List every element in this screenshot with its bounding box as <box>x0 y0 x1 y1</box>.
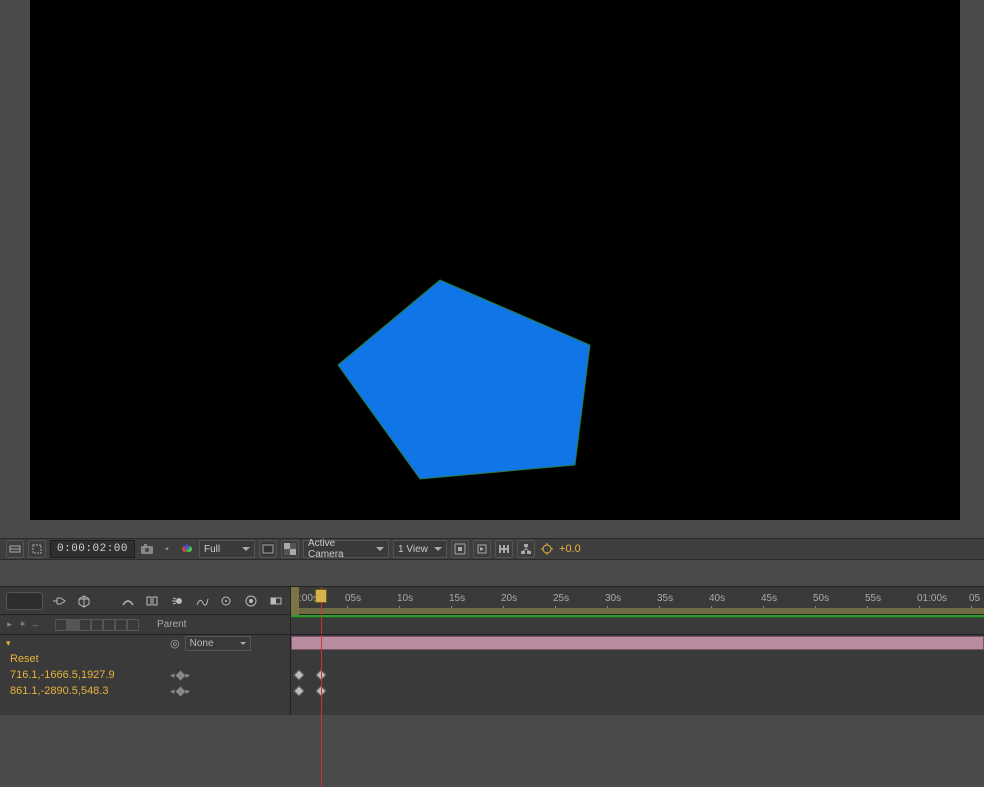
timeline-track-header <box>291 615 984 635</box>
layer-switches-header <box>55 619 139 631</box>
twirl-icon[interactable]: ▾ <box>6 638 11 649</box>
ruler-tick-label: 50s <box>813 593 829 604</box>
comp-flowchart-button[interactable] <box>517 540 535 558</box>
property-row-reset[interactable]: Reset <box>0 651 290 667</box>
snapshot-icon[interactable] <box>139 540 155 558</box>
ruler-tick-label: 35s <box>657 593 673 604</box>
transparency-grid-button[interactable] <box>259 540 277 558</box>
cti-line <box>321 667 322 683</box>
time-ruler[interactable]: :00s 05s10s15s20s25s30s35s40s45s50s55s01… <box>291 587 984 615</box>
draft-3d-icon[interactable] <box>76 592 93 610</box>
keyframe-icon[interactable] <box>293 685 304 696</box>
fast-previews-button[interactable] <box>473 540 491 558</box>
timeline-right-pane[interactable]: :00s 05s10s15s20s25s30s35s40s45s50s55s01… <box>290 587 984 715</box>
region-of-interest-button[interactable] <box>28 540 46 558</box>
property-value[interactable]: 861.1,-2890.5,548.3 <box>10 685 108 697</box>
av-features-icons: ▸ ✶ – <box>4 619 41 630</box>
toggle-transparency-button[interactable] <box>281 540 299 558</box>
keyframe-navigator[interactable]: ◂ ▸ <box>170 686 190 697</box>
show-channel-icon[interactable]: ▪ <box>159 540 175 558</box>
cti-line <box>321 635 322 651</box>
frame-blend-icon[interactable] <box>144 592 161 610</box>
ruler-tick-label: 30s <box>605 593 621 604</box>
view-layout-dropdown[interactable]: 1 View <box>393 540 447 558</box>
parent-column-label: Parent <box>157 619 186 630</box>
cached-frames-bar <box>291 615 984 618</box>
comp-mini-flowchart-icon[interactable] <box>51 592 68 610</box>
property-row-1[interactable]: 716.1,-1666.5,1927.9 ◂ ▸ <box>0 667 290 683</box>
magnify-ratio-button[interactable] <box>6 540 24 558</box>
live-update-icon[interactable] <box>267 592 284 610</box>
ruler-tick-label: 10s <box>397 593 413 604</box>
cti-line <box>321 683 322 699</box>
ruler-tick-label: 45s <box>761 593 777 604</box>
property-value[interactable]: 716.1,-1666.5,1927.9 <box>10 669 115 681</box>
resolution-dropdown[interactable]: Full <box>199 540 255 558</box>
cti-line <box>321 651 322 667</box>
property-row-0[interactable]: ▾ ◎ None <box>0 635 290 651</box>
exposure-reset-icon[interactable] <box>539 540 555 558</box>
keyframe-icon[interactable] <box>293 669 304 680</box>
auto-keyframe-icon[interactable] <box>243 592 260 610</box>
ruler-tick-label: 25s <box>553 593 569 604</box>
keyframe-row-2[interactable] <box>291 683 984 699</box>
composition-viewer <box>0 0 984 536</box>
preview-shape <box>30 0 960 520</box>
ruler-tick-label: 40s <box>709 593 725 604</box>
current-time-indicator-head[interactable] <box>315 589 327 603</box>
current-time-display[interactable]: 0:00:02:00 <box>50 540 135 558</box>
composition-canvas[interactable] <box>30 0 960 520</box>
star-icon: ✶ <box>17 619 28 630</box>
color-management-icon[interactable] <box>179 540 195 558</box>
ruler-tick-label: 01:00s <box>917 593 947 604</box>
twirl-icon: ▸ <box>4 619 15 630</box>
layer-duration-bar[interactable] <box>291 636 984 650</box>
keyframe-row-reset[interactable] <box>291 651 984 667</box>
graph-editor-icon[interactable] <box>193 592 210 610</box>
pixel-aspect-button[interactable] <box>451 540 469 558</box>
ruler-tick-label: 55s <box>865 593 881 604</box>
exposure-value[interactable]: +0.0 <box>559 543 581 555</box>
hide-shy-icon[interactable] <box>120 592 137 610</box>
camera-label: Active Camera <box>308 538 370 560</box>
timeline-toolbar <box>0 587 290 615</box>
timeline-button[interactable] <box>495 540 513 558</box>
work-area-bar[interactable] <box>299 608 984 614</box>
pickwhip-icon[interactable]: ◎ <box>170 637 180 650</box>
motion-blur-icon[interactable] <box>169 592 186 610</box>
timeline-column-headers: ▸ ✶ – Parent <box>0 615 290 635</box>
dash-icon: – <box>30 619 41 630</box>
ruler-tick-label: 05s <box>345 593 361 604</box>
ruler-tick-label: 20s <box>501 593 517 604</box>
timeline-left-pane: ▸ ✶ – Parent ▾ ◎ None Reset 716. <box>0 587 290 715</box>
ruler-tick-label: 15s <box>449 593 465 604</box>
property-label: Reset <box>10 653 39 665</box>
resolution-label: Full <box>204 544 220 555</box>
timeline-panel: ▸ ✶ – Parent ▾ ◎ None Reset 716. <box>0 586 984 715</box>
layer-bar-row[interactable] <box>291 635 984 651</box>
brainstorm-icon[interactable] <box>218 592 235 610</box>
timeline-search-pill[interactable] <box>6 592 43 610</box>
active-camera-dropdown[interactable]: Active Camera <box>303 540 389 558</box>
parent-value: None <box>190 638 214 649</box>
ruler-tick-label: 05 <box>969 593 980 604</box>
keyframe-row-1[interactable] <box>291 667 984 683</box>
cti-line <box>321 615 322 634</box>
keyframe-navigator[interactable]: ◂ ▸ <box>170 670 190 681</box>
viewer-toolbar: 0:00:02:00 ▪ Full Active Camera 1 View +… <box>0 538 984 560</box>
property-row-2[interactable]: 861.1,-2890.5,548.3 ◂ ▸ <box>0 683 290 699</box>
view-label: 1 View <box>398 544 428 555</box>
parent-dropdown[interactable]: None <box>185 636 251 651</box>
